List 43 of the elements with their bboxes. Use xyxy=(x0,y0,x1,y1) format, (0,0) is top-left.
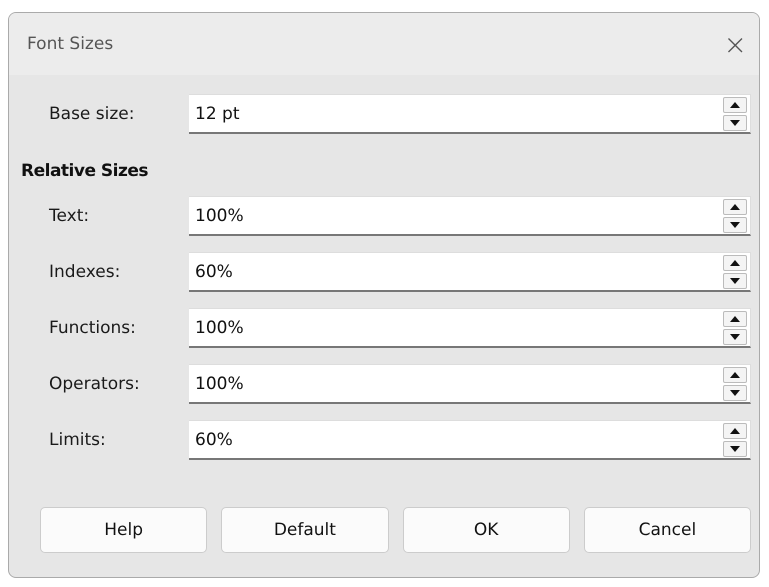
down-triangle-icon xyxy=(730,120,740,126)
decrement-button[interactable] xyxy=(723,115,747,131)
spin-field[interactable]: 60% xyxy=(189,252,751,292)
increment-button[interactable] xyxy=(723,255,747,271)
increment-button[interactable] xyxy=(723,311,747,327)
decrement-button[interactable] xyxy=(723,385,747,401)
spin-field[interactable]: 100% xyxy=(189,308,751,348)
increment-button[interactable] xyxy=(723,423,747,439)
field-label: Indexes: xyxy=(48,262,122,282)
up-triangle-icon xyxy=(730,260,740,266)
field-label: Text: xyxy=(48,206,90,226)
up-triangle-icon xyxy=(730,372,740,378)
up-triangle-icon xyxy=(730,102,740,108)
spin-field[interactable]: 100% xyxy=(189,364,751,404)
up-triangle-icon xyxy=(730,204,740,210)
ok-button[interactable]: OK xyxy=(402,507,570,553)
decrement-button[interactable] xyxy=(723,273,747,289)
section-heading: Relative Sizes xyxy=(21,161,150,181)
close-button[interactable]: × xyxy=(724,28,747,60)
down-triangle-icon xyxy=(730,390,740,396)
cancel-button[interactable]: Cancel xyxy=(584,507,751,553)
increment-button[interactable] xyxy=(723,199,747,215)
help-button[interactable]: Help xyxy=(40,507,208,553)
decrement-button[interactable] xyxy=(723,329,747,345)
up-triangle-icon xyxy=(730,428,740,434)
down-triangle-icon xyxy=(730,334,740,340)
window-title: Font Sizes xyxy=(27,34,114,54)
field-label: Base size: xyxy=(48,104,136,124)
increment-button[interactable] xyxy=(723,367,747,383)
up-triangle-icon xyxy=(730,316,740,322)
down-triangle-icon xyxy=(730,278,740,284)
spin-field[interactable]: 100% xyxy=(189,196,751,236)
spin-field[interactable]: 60% xyxy=(189,420,751,460)
increment-button[interactable] xyxy=(723,97,747,113)
default-button[interactable]: Default xyxy=(221,507,388,553)
decrement-button[interactable] xyxy=(723,441,747,457)
field-label: Functions: xyxy=(48,318,137,338)
field-label: Operators: xyxy=(48,374,141,394)
decrement-button[interactable] xyxy=(723,217,747,233)
field-label: Limits: xyxy=(48,430,107,450)
down-triangle-icon xyxy=(730,222,740,228)
spin-field[interactable]: 12 pt xyxy=(189,94,751,134)
down-triangle-icon xyxy=(730,446,740,452)
